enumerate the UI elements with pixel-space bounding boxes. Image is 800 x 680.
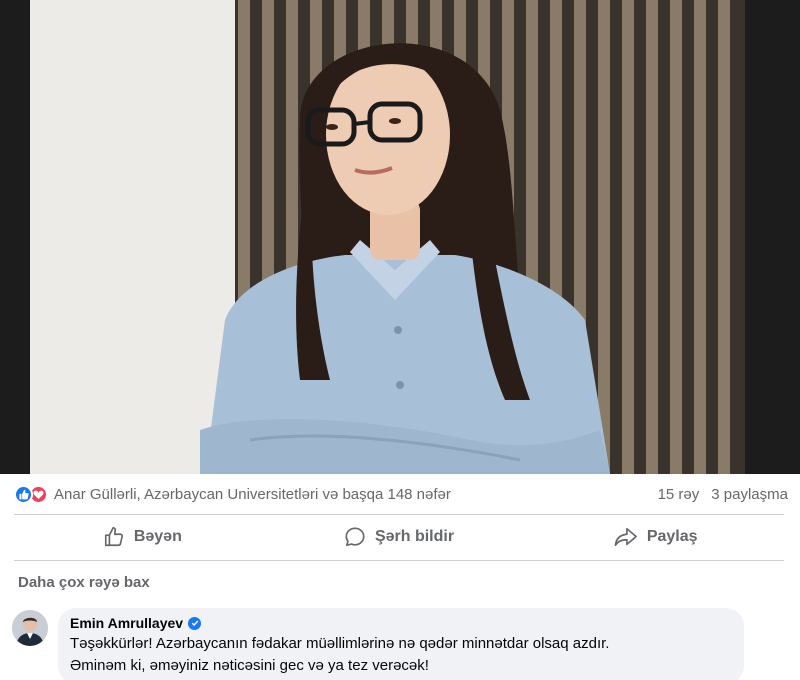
reaction-icons[interactable]	[14, 484, 48, 504]
like-button-label: Bəyən	[133, 528, 182, 545]
shares-count[interactable]: 3 paylaşma	[711, 486, 788, 503]
comment-button[interactable]: Şərh bildir	[271, 519, 528, 555]
comment-text-line-2: Əminəm ki, əməyiniz nəticəsini gec və ya…	[70, 657, 429, 674]
comments-count[interactable]: 15 rəy	[658, 486, 700, 503]
post-actions: Bəyən Şərh bildir Paylaş	[14, 518, 784, 556]
comment-item: Emin Amrullayev Təşəkkürlər! Azərbaycanı…	[12, 608, 752, 680]
divider-bottom	[14, 560, 784, 561]
share-button[interactable]: Paylaş	[527, 519, 784, 555]
comment-bubble: Emin Amrullayev Təşəkkürlər! Azərbaycanı…	[58, 608, 744, 680]
share-button-label: Paylaş	[646, 528, 698, 545]
view-more-comments-link[interactable]: Daha çox rəyə bax	[18, 574, 150, 591]
comment-text: Təşəkkürlər! Azərbaycanın fədakar müəlli…	[70, 633, 732, 677]
reactions-names[interactable]: Anar Güllərli, Azərbaycan Universitetlər…	[54, 486, 451, 503]
divider-top	[14, 514, 784, 515]
avatar[interactable]	[12, 610, 48, 646]
speech-bubble-icon	[344, 526, 366, 548]
reactions-summary[interactable]: Anar Güllərli, Azərbaycan Universitetlər…	[14, 484, 451, 504]
share-arrow-icon	[614, 526, 638, 548]
comment-button-label: Şərh bildir	[374, 528, 455, 545]
verified-badge-icon	[188, 616, 202, 630]
comment-author[interactable]: Emin Amrullayev	[70, 615, 183, 631]
comment-text-line-1: Təşəkkürlər! Azərbaycanın fədakar müəlli…	[70, 635, 610, 652]
reactions-row: Anar Güllərli, Azərbaycan Universitetlər…	[14, 478, 788, 510]
thumbs-up-icon	[103, 526, 125, 548]
like-button[interactable]: Bəyən	[14, 519, 271, 555]
like-reaction-icon	[14, 484, 33, 504]
post-photo[interactable]	[0, 0, 800, 474]
